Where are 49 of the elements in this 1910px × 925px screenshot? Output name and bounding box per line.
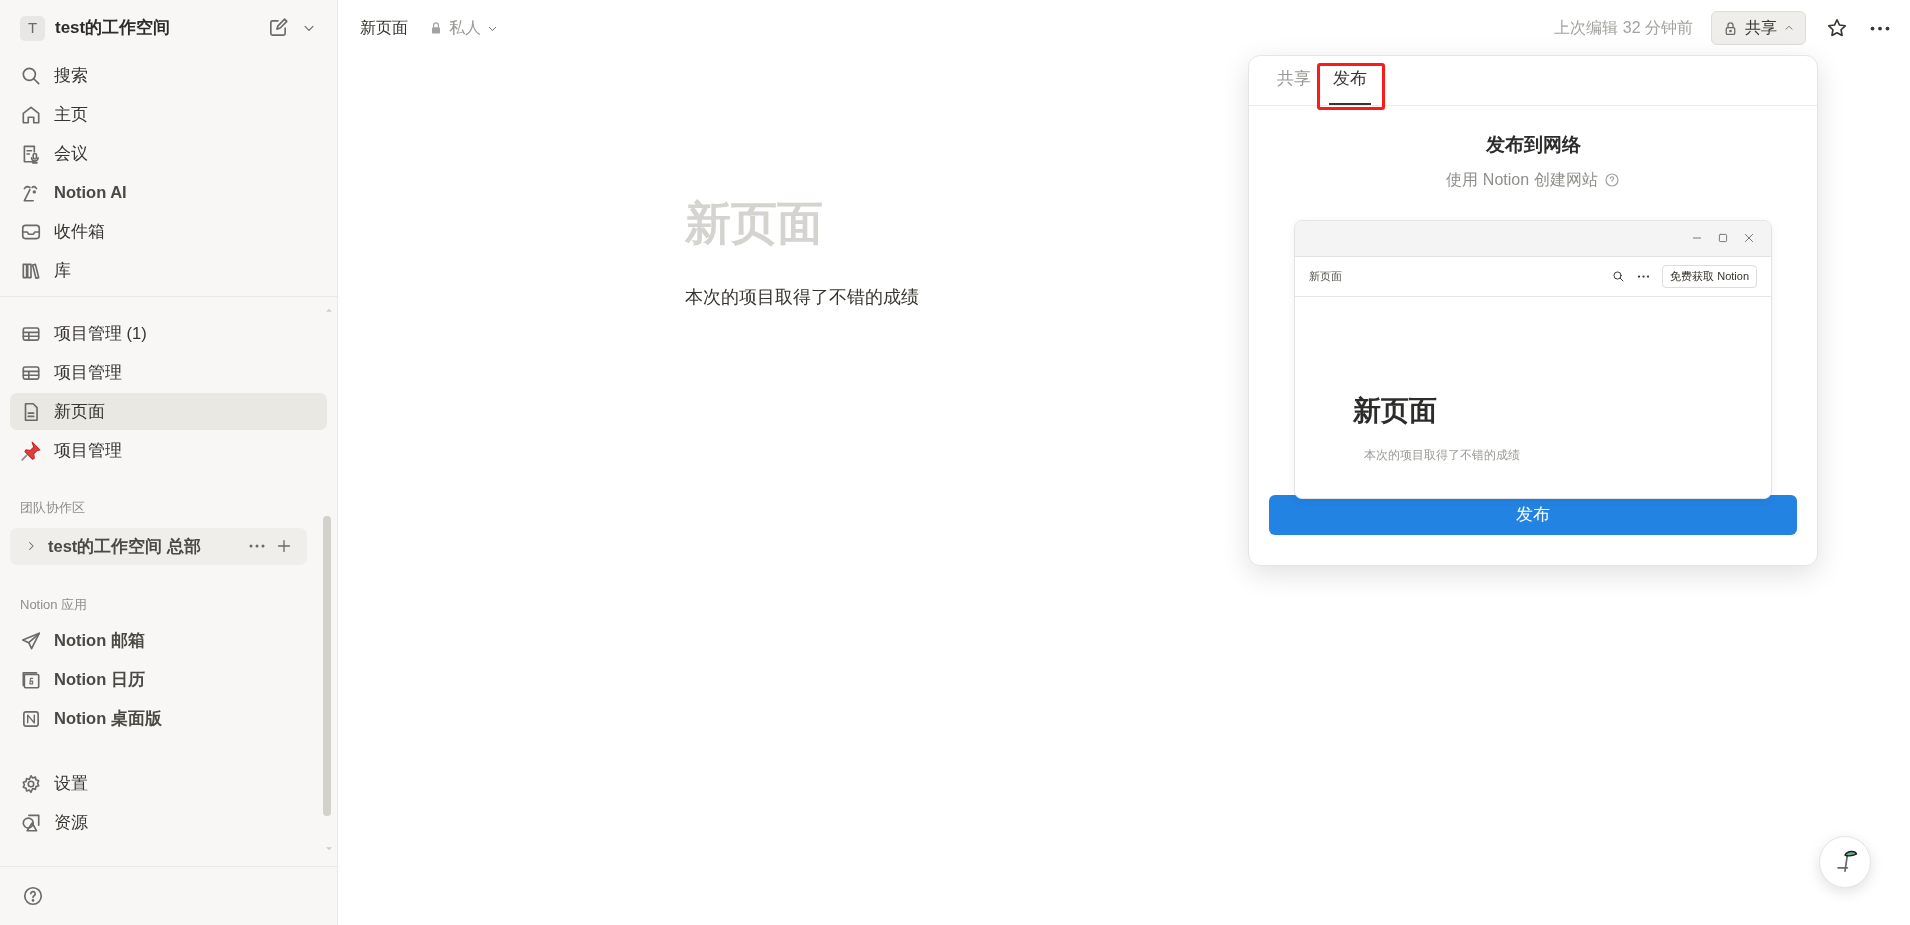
plus-icon — [275, 537, 293, 555]
page-text: 本次的项目取得了不错的成绩 — [685, 286, 919, 309]
help-icon — [1603, 171, 1620, 188]
sidebar-item[interactable]: Notion AI — [10, 174, 327, 211]
popup-heading: 发布到网络 — [1484, 133, 1582, 157]
sidebar-item[interactable]: test的工作空间 总部 — [10, 527, 307, 565]
tab[interactable]: 发布 — [1329, 55, 1371, 105]
sidebar-item[interactable]: Notion 桌面版 — [10, 700, 327, 737]
maximize-icon — [1717, 232, 1729, 244]
popup-subheading: 使用 Notion 创建网站 — [1446, 169, 1598, 190]
section-label: Notion 应用 — [19, 595, 89, 614]
paper-plane-icon — [20, 629, 42, 652]
sidebar-item[interactable]: 新页面 — [10, 393, 327, 430]
compose-icon — [267, 17, 289, 39]
search-icon — [20, 64, 42, 87]
sidebar-item[interactable]: 设置 — [10, 765, 327, 802]
section-label: 团队协作区 — [19, 499, 86, 517]
last-edited-text: 上次编辑 32 分钟前 — [1554, 18, 1693, 38]
share-button[interactable]: 共享 — [1711, 11, 1806, 45]
sidebar-item[interactable]: 主页 — [10, 96, 327, 133]
settings-icon — [20, 772, 42, 795]
sidebar-item[interactable]: 项目管理 — [10, 354, 327, 391]
star-icon — [1826, 17, 1848, 39]
close-icon — [1743, 232, 1755, 244]
preview-text: 本次的项目取得了不错的成绩 — [1364, 447, 1521, 463]
pushpin-icon — [20, 439, 42, 462]
preview-title: 新页面 — [1353, 396, 1438, 425]
sidebar-item[interactable]: Notion 日历 — [10, 661, 327, 698]
help-icon — [22, 885, 44, 907]
sidebar-item[interactable]: Notion 邮箱 — [10, 622, 327, 659]
breadcrumb[interactable]: 新页面 — [358, 16, 410, 40]
sidebar-item[interactable]: 收件箱 — [10, 213, 327, 250]
shapes-icon — [20, 811, 42, 834]
sidebar-item[interactable]: 会议 — [10, 135, 327, 172]
more-icon — [1637, 274, 1651, 278]
preview-breadcrumb: 新页面 — [1309, 268, 1343, 284]
assistant-button[interactable] — [1819, 836, 1871, 888]
sidebar-item[interactable]: 项目管理 — [10, 432, 327, 469]
workspace-avatar: T — [20, 15, 45, 41]
annotation-frame — [1317, 63, 1385, 110]
sidebar-item[interactable]: 资源 — [10, 804, 327, 841]
sidebar-item[interactable]: 库 — [10, 252, 327, 289]
sidebar-item[interactable]: 项目管理 (1) — [10, 315, 327, 352]
workspace-name[interactable]: test的工作空间 — [55, 15, 255, 41]
more-icon — [1870, 25, 1890, 31]
scrollbar-thumb[interactable] — [323, 516, 331, 816]
more-icon — [249, 544, 265, 548]
search-icon — [1612, 269, 1626, 283]
sidebar-item[interactable]: 搜索 — [10, 57, 327, 94]
